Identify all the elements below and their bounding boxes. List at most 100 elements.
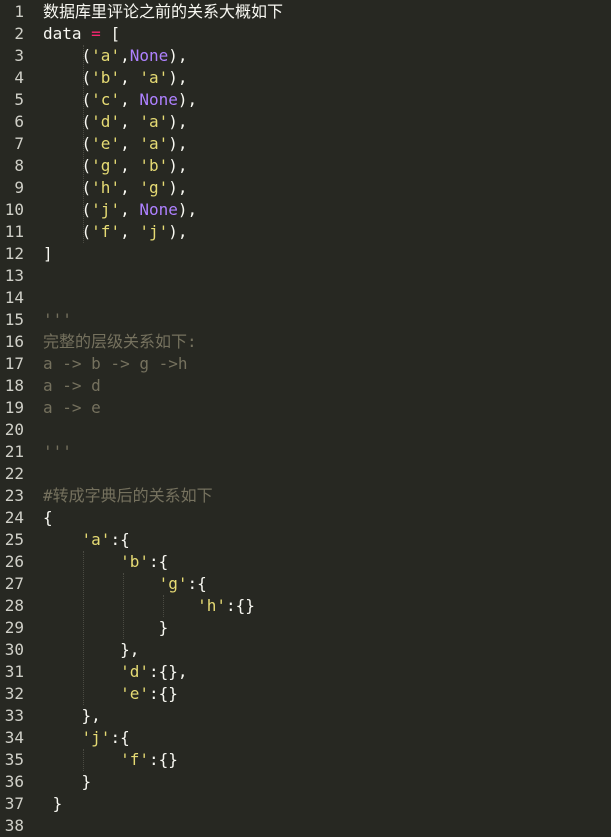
code-token: ), <box>168 112 188 131</box>
indent-guide <box>83 45 84 243</box>
code-line[interactable]: 1 数据库里评论之前的关系大概如下 <box>0 1 611 23</box>
code-token: }, <box>43 706 101 725</box>
code-token: } <box>43 794 63 813</box>
code-line[interactable]: 38 <box>0 815 611 837</box>
line-number: 10 <box>4 200 24 219</box>
code-token: ''' <box>43 310 72 329</box>
code-text: { <box>43 507 53 529</box>
code-line[interactable]: 37 } <box>0 793 611 815</box>
code-line[interactable]: 33 }, <box>0 705 611 727</box>
code-token: 完整的层级关系如下: <box>43 332 197 351</box>
code-line[interactable]: 4 ('b', 'a'), <box>0 67 611 89</box>
code-line[interactable]: 15 ''' <box>0 309 611 331</box>
code-line[interactable]: 35 'f':{} <box>0 749 611 771</box>
code-line[interactable]: 10 ('j', None), <box>0 199 611 221</box>
code-line[interactable]: 18 a -> d <box>0 375 611 397</box>
line-number: 1 <box>14 2 24 21</box>
code-line[interactable]: 17 a -> b -> g ->h <box>0 353 611 375</box>
code-line[interactable]: 22 <box>0 463 611 485</box>
code-line[interactable]: 12] <box>0 243 611 265</box>
code-text: 'd':{}, <box>43 661 187 683</box>
code-token: , <box>120 90 140 109</box>
line-number: 3 <box>14 46 24 65</box>
code-token: ), <box>177 200 198 219</box>
code-text: #转成字典后的关系如下 <box>43 485 213 507</box>
code-text: ''' <box>43 441 72 463</box>
line-number: 23 <box>4 486 24 505</box>
code-token: 'a' <box>81 530 111 549</box>
code-line[interactable]: 29 } <box>0 617 611 639</box>
code-line[interactable]: 28 'h':{} <box>0 595 611 617</box>
code-token: = <box>91 24 101 43</box>
indent-guide <box>83 749 84 771</box>
code-text: ('h', 'g'), <box>43 177 188 199</box>
code-line[interactable]: 21 ''' <box>0 441 611 463</box>
code-token: ), <box>168 178 188 197</box>
code-text: ('j', None), <box>43 199 198 221</box>
line-number: 38 <box>4 816 24 835</box>
line-number: 14 <box>4 288 24 307</box>
code-token: { <box>43 508 53 527</box>
code-token: ''' <box>43 442 72 461</box>
code-line[interactable]: 27 'g':{ <box>0 573 611 595</box>
line-number: 31 <box>4 662 24 681</box>
code-token: , <box>120 112 140 131</box>
line-number: 17 <box>4 354 24 373</box>
code-token: data <box>43 24 92 43</box>
code-token: [ <box>100 24 121 43</box>
code-line[interactable]: 16 完整的层级关系如下: <box>0 331 611 353</box>
code-line[interactable]: 32 'e':{} <box>0 683 611 705</box>
code-line[interactable]: 31 'd':{}, <box>0 661 611 683</box>
code-token: a -> b -> g ->h <box>43 354 188 373</box>
code-token: None <box>129 46 169 65</box>
code-editor[interactable]: 1 数据库里评论之前的关系大概如下 2 data = [3 ('a',None), 4 … <box>0 0 611 835</box>
code-token: }, <box>43 640 140 659</box>
code-text: 完整的层级关系如下: <box>43 331 197 353</box>
line-number: 21 <box>4 442 24 461</box>
code-line[interactable]: 9 ('h', 'g'), <box>0 177 611 199</box>
code-line[interactable]: 7 ('e', 'a'), <box>0 133 611 155</box>
code-line[interactable]: 11 ('f', 'j'), <box>0 221 611 243</box>
code-text: 数据库里评论之前的关系大概如下 <box>43 1 283 23</box>
code-line[interactable]: 36 } <box>0 771 611 793</box>
line-number: 7 <box>14 134 24 153</box>
code-line[interactable]: 23 #转成字典后的关系如下 <box>0 485 611 507</box>
code-line[interactable]: 34 'j':{ <box>0 727 611 749</box>
code-token: None <box>139 200 178 219</box>
code-line[interactable]: 13 <box>0 265 611 287</box>
code-token: ), <box>168 68 188 87</box>
code-line[interactable]: 3 ('a',None), <box>0 45 611 67</box>
code-token: 数据库里评论之前的关系大概如下 <box>43 2 284 21</box>
code-token: 'b' <box>120 552 149 571</box>
line-number: 9 <box>14 178 24 197</box>
code-line[interactable]: 6 ('d', 'a'), <box>0 111 611 133</box>
indent-guide <box>163 595 164 617</box>
code-token: , <box>120 68 140 87</box>
code-token: ), <box>168 222 188 241</box>
code-line[interactable]: 2 data = [ <box>0 23 611 45</box>
code-token: ), <box>168 156 188 175</box>
line-number: 24 <box>4 508 24 527</box>
line-number: 2 <box>14 24 24 43</box>
line-number: 27 <box>4 574 24 593</box>
code-token: 'a' <box>139 112 169 131</box>
code-text: ('c', None), <box>43 89 198 111</box>
code-text: 'b':{ <box>43 551 168 573</box>
code-line[interactable]: 19 a -> e <box>0 397 611 419</box>
code-line[interactable]: 8 ('g', 'b'), <box>0 155 611 177</box>
code-line[interactable]: 14 <box>0 287 611 309</box>
code-token: 'a' <box>91 46 121 65</box>
code-line[interactable]: 24 { <box>0 507 611 529</box>
code-line[interactable]: 25 'a':{ <box>0 529 611 551</box>
code-token: } <box>43 772 92 791</box>
code-line[interactable]: 5 ('c', None), <box>0 89 611 111</box>
code-token: ), <box>168 134 188 153</box>
code-line[interactable]: 30 }, <box>0 639 611 661</box>
code-line[interactable]: 26 'b':{ <box>0 551 611 573</box>
line-number: 15 <box>4 310 24 329</box>
code-token: #转成字典后的关系如下 <box>43 486 213 505</box>
code-text: a -> e <box>43 397 101 419</box>
code-line[interactable]: 20 <box>0 419 611 441</box>
code-token: 'f' <box>120 750 149 769</box>
code-text: data = [ <box>43 23 120 45</box>
